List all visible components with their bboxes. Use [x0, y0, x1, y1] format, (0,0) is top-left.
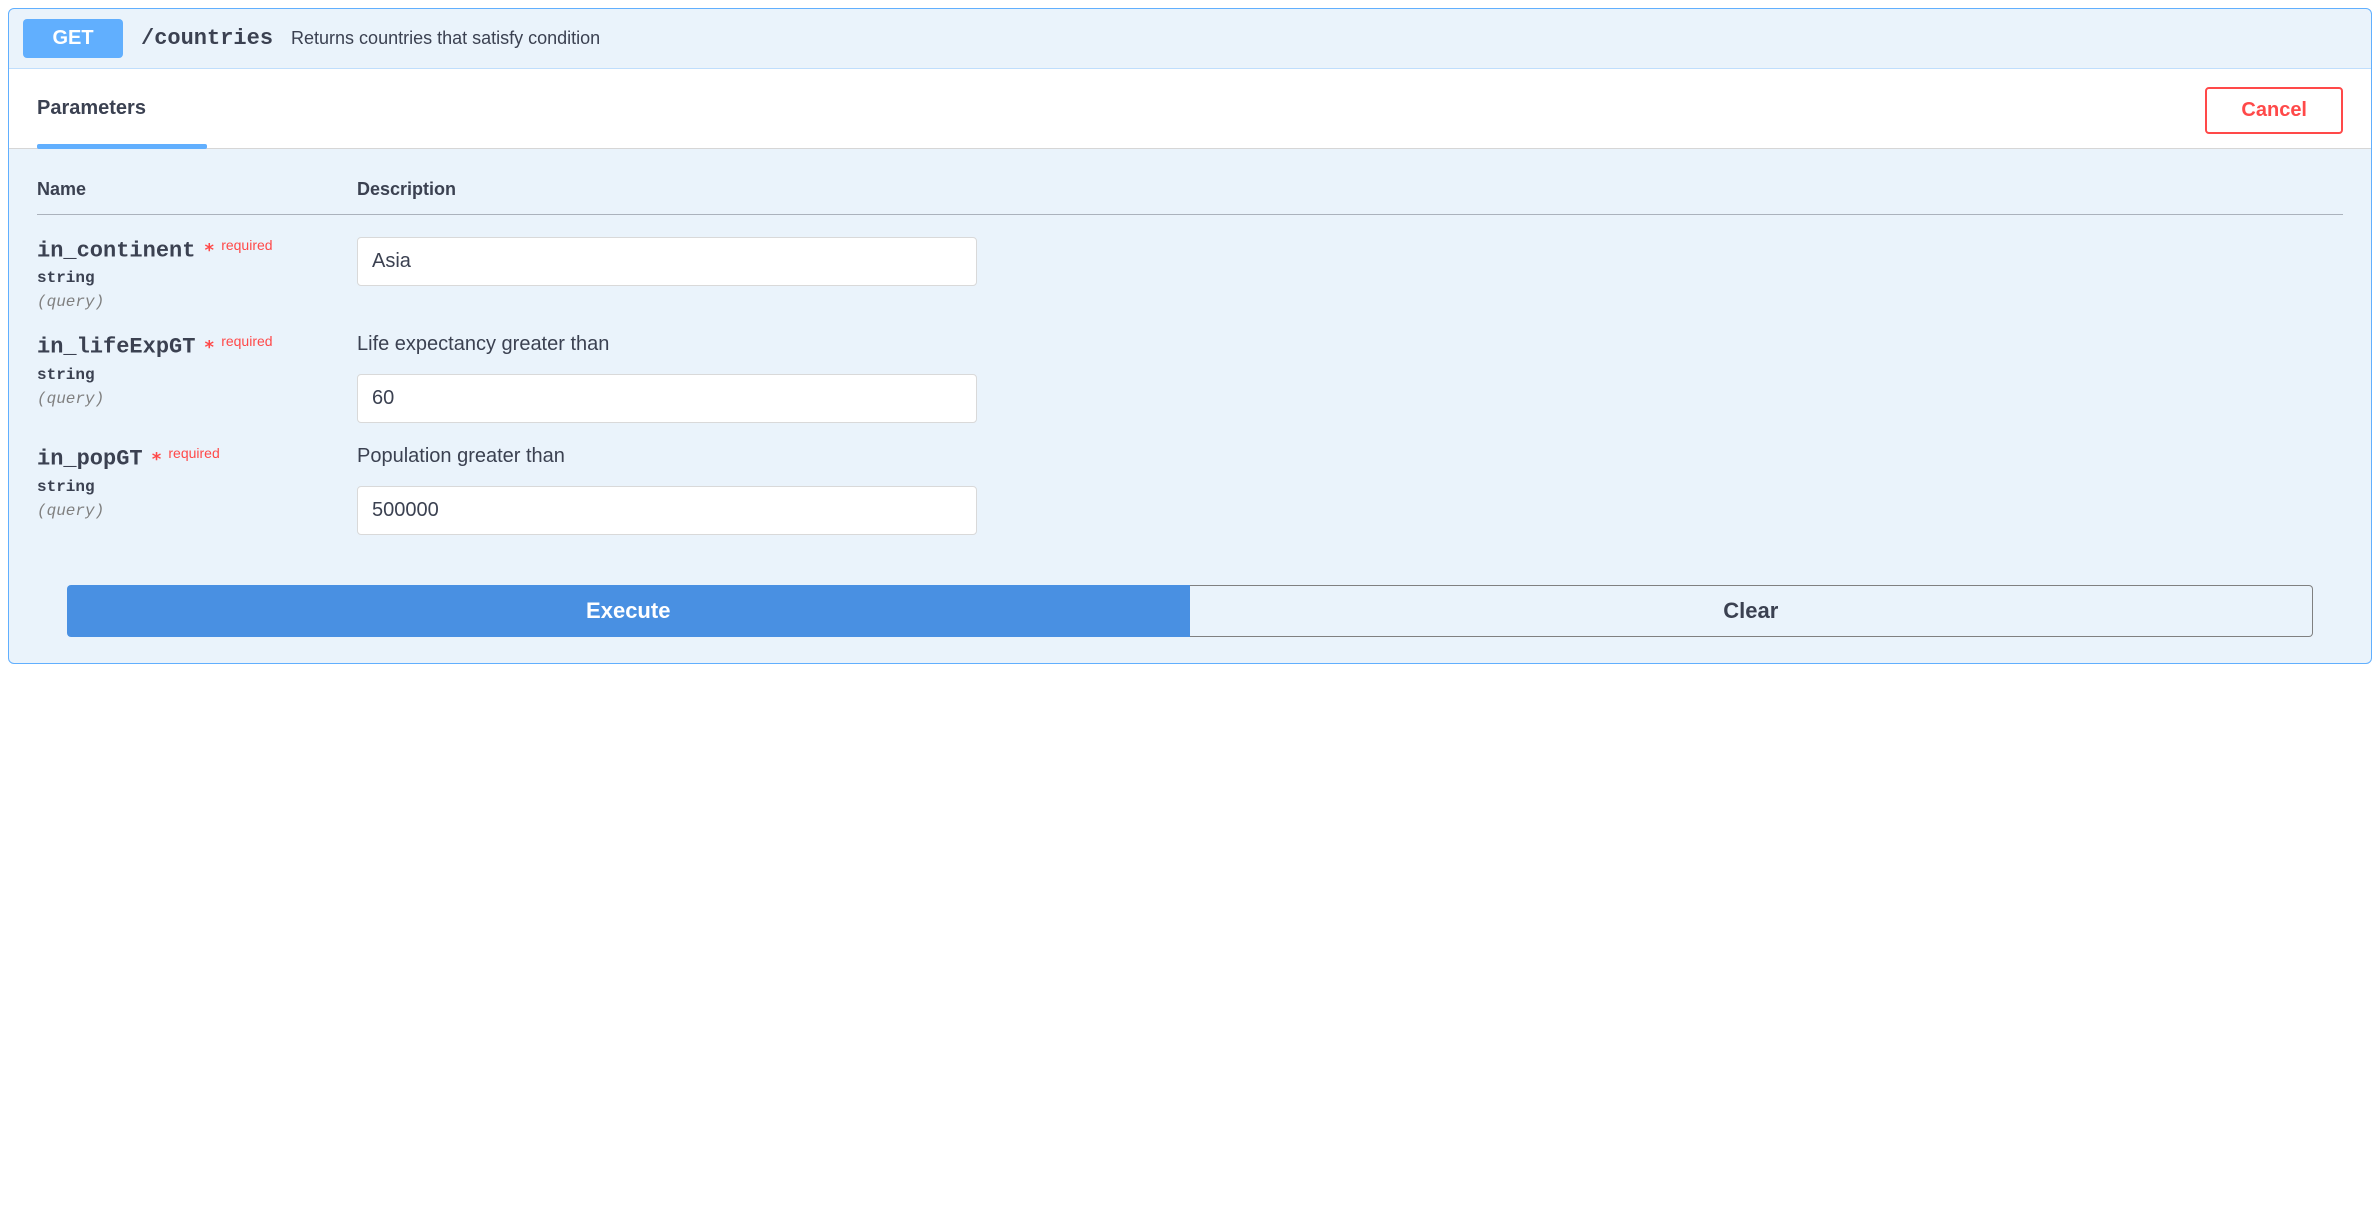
- param-input-in_continent[interactable]: [357, 237, 977, 286]
- required-label: required: [221, 333, 272, 349]
- tab-parameters[interactable]: Parameters: [37, 97, 146, 138]
- column-header-name: Name: [37, 149, 357, 215]
- param-type: string: [37, 269, 357, 287]
- param-description: Population greater than: [357, 445, 2343, 468]
- required-star-icon: *: [204, 337, 215, 358]
- table-row: in_popGT * required string (query) Popul…: [37, 423, 2343, 535]
- parameters-body: Name Description in_continent * required…: [9, 149, 2371, 663]
- action-buttons: Execute Clear: [37, 585, 2343, 637]
- parameters-section-header: Parameters Cancel: [9, 69, 2371, 149]
- tab-underline: [37, 144, 207, 149]
- param-name: in_lifeExpGT: [37, 335, 195, 360]
- param-location: (query): [37, 293, 357, 311]
- parameters-table: Name Description in_continent * required…: [37, 149, 2343, 535]
- operation-summary[interactable]: GET /countries Returns countries that sa…: [9, 9, 2371, 69]
- http-method-badge: GET: [23, 19, 123, 58]
- clear-button[interactable]: Clear: [1190, 585, 2314, 637]
- param-location: (query): [37, 390, 357, 408]
- param-description: Life expectancy greater than: [357, 333, 2343, 356]
- param-type: string: [37, 366, 357, 384]
- operation-block: GET /countries Returns countries that sa…: [8, 8, 2372, 664]
- required-label: required: [221, 237, 272, 253]
- endpoint-path: /countries: [141, 26, 273, 51]
- required-star-icon: *: [204, 240, 215, 261]
- required-star-icon: *: [151, 449, 162, 470]
- required-label: required: [168, 445, 219, 461]
- cancel-button[interactable]: Cancel: [2205, 87, 2343, 134]
- param-type: string: [37, 478, 357, 496]
- param-input-in_popGT[interactable]: [357, 486, 977, 535]
- param-location: (query): [37, 502, 357, 520]
- endpoint-description: Returns countries that satisfy condition: [291, 28, 600, 49]
- param-input-in_lifeExpGT[interactable]: [357, 374, 977, 423]
- param-name: in_continent: [37, 238, 195, 263]
- table-row: in_continent * required string (query): [37, 215, 2343, 312]
- table-row: in_lifeExpGT * required string (query) L…: [37, 311, 2343, 423]
- execute-button[interactable]: Execute: [67, 585, 1190, 637]
- param-name: in_popGT: [37, 447, 143, 472]
- column-header-description: Description: [357, 149, 2343, 215]
